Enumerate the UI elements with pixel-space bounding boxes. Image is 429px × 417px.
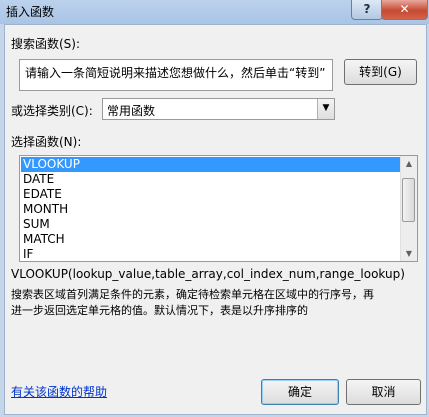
list-item-month[interactable]: MONTH xyxy=(21,202,403,217)
cancel-button[interactable]: 取消 xyxy=(346,379,421,405)
category-select[interactable]: 常用函数 ▼ xyxy=(102,98,335,120)
scroll-thumb[interactable] xyxy=(402,178,415,222)
list-item-date[interactable]: DATE xyxy=(21,172,403,187)
list-item-if[interactable]: IF xyxy=(21,247,403,261)
question-icon: ? xyxy=(363,2,371,16)
ok-button[interactable]: 确定 xyxy=(261,379,339,405)
close-icon: ✕ xyxy=(399,2,410,16)
list-item-sum[interactable]: SUM xyxy=(21,217,403,232)
search-input[interactable]: 请输入一条简短说明来描述您想做什么，然后单击“转到” xyxy=(19,59,333,91)
dialog-body: 搜索函数(S): 请输入一条简短说明来描述您想做什么，然后单击“转到” 转到(G… xyxy=(4,24,427,415)
scroll-down-icon[interactable]: ▼ xyxy=(401,246,417,261)
chevron-down-icon[interactable]: ▼ xyxy=(317,99,334,119)
list-item-match[interactable]: MATCH xyxy=(21,232,403,247)
help-button[interactable]: ? xyxy=(351,0,383,20)
description-line: 进一步返回选定单元格的值。默认情况下，表是以升序排序的 xyxy=(11,304,308,317)
function-description: 搜索表区域首列满足条件的元素，确定待检索单元格在区域中的行序号，再 进一步返回选… xyxy=(11,287,421,319)
function-list-label: 选择函数(N): xyxy=(11,135,82,149)
function-signature: VLOOKUP(lookup_value,table_array,col_ind… xyxy=(11,267,405,281)
list-scrollbar[interactable]: ▲ ▼ xyxy=(400,156,417,261)
close-button[interactable]: ✕ xyxy=(381,0,428,20)
list-item-vlookup[interactable]: VLOOKUP xyxy=(21,157,403,172)
function-list[interactable]: VLOOKUP DATE EDATE MONTH SUM MATCH IF ▲ … xyxy=(19,155,418,262)
window-title: 插入函数 xyxy=(6,5,55,19)
category-label: 或选择类别(C): xyxy=(11,104,93,118)
go-button[interactable]: 转到(G) xyxy=(344,59,417,85)
search-label: 搜索函数(S): xyxy=(11,37,81,51)
scroll-up-icon[interactable]: ▲ xyxy=(401,156,417,171)
function-help-link[interactable]: 有关该函数的帮助 xyxy=(11,383,107,400)
list-item-edate[interactable]: EDATE xyxy=(21,187,403,202)
title-bar: 插入函数 ? ✕ xyxy=(0,0,429,24)
description-line: 搜索表区域首列满足条件的元素，确定待检索单元格在区域中的行序号，再 xyxy=(11,288,374,301)
category-value: 常用函数 xyxy=(107,104,156,118)
